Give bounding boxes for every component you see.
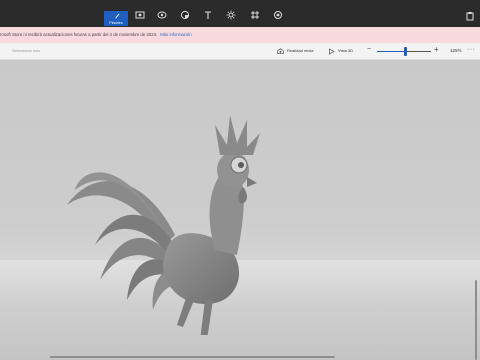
3d-canvas[interactable] [0,60,480,360]
zoom-in-button[interactable]: + [434,45,439,54]
zoom-slider-fill [377,51,406,52]
2d-shapes-icon [135,11,145,19]
select-all-placeholder[interactable]: Seleccionar todo [12,49,40,53]
view-toolbar: Seleccionar todo Realidad mixta Vista 3D… [0,43,480,60]
3d-library-button[interactable] [270,9,286,21]
horizontal-scrollbar[interactable] [50,356,335,358]
notification-banner: rosoft Store ni recibirá actualizaciones… [0,27,480,43]
canvas-button[interactable] [247,9,263,21]
3d-shapes-button[interactable] [154,9,170,21]
mixed-reality-icon [277,47,284,54]
more-options-icon[interactable]: ··· [467,46,476,53]
zoom-out-button[interactable]: − [367,46,371,53]
brush-icon [114,13,119,19]
stickers-button[interactable] [177,9,193,21]
zoom-slider-thumb[interactable] [403,47,407,56]
text-tool-button[interactable] [200,9,216,21]
play-3d-icon [329,48,335,54]
brushes-tool-label: Pinceles [109,20,123,25]
zoom-slider[interactable] [377,47,431,56]
vertical-scrollbar[interactable] [475,280,477,360]
zoom-percent-label: 125% [450,48,462,53]
3d-shapes-icon [157,11,167,19]
mixed-reality-button[interactable]: Realidad mixta [277,47,313,55]
3d-library-icon [274,11,282,19]
view-3d-button[interactable]: Vista 3D [328,47,353,55]
paste-icon[interactable] [465,11,475,21]
mixed-reality-label: Realidad mixta [287,48,314,53]
2d-shapes-button[interactable] [132,9,148,21]
learn-more-link[interactable]: Más información [160,32,192,37]
rooster-3d-model[interactable] [55,95,285,335]
effects-button[interactable] [223,9,239,21]
view-3d-label: Vista 3D [338,48,354,53]
canvas-icon [251,11,259,19]
effects-icon [226,10,236,20]
top-toolbar: Pinceles [0,0,480,27]
stickers-icon [180,10,190,20]
text-icon [205,11,211,19]
brushes-tool-button[interactable]: Pinceles [104,11,128,26]
banner-message: rosoft Store ni recibirá actualizaciones… [0,32,158,37]
